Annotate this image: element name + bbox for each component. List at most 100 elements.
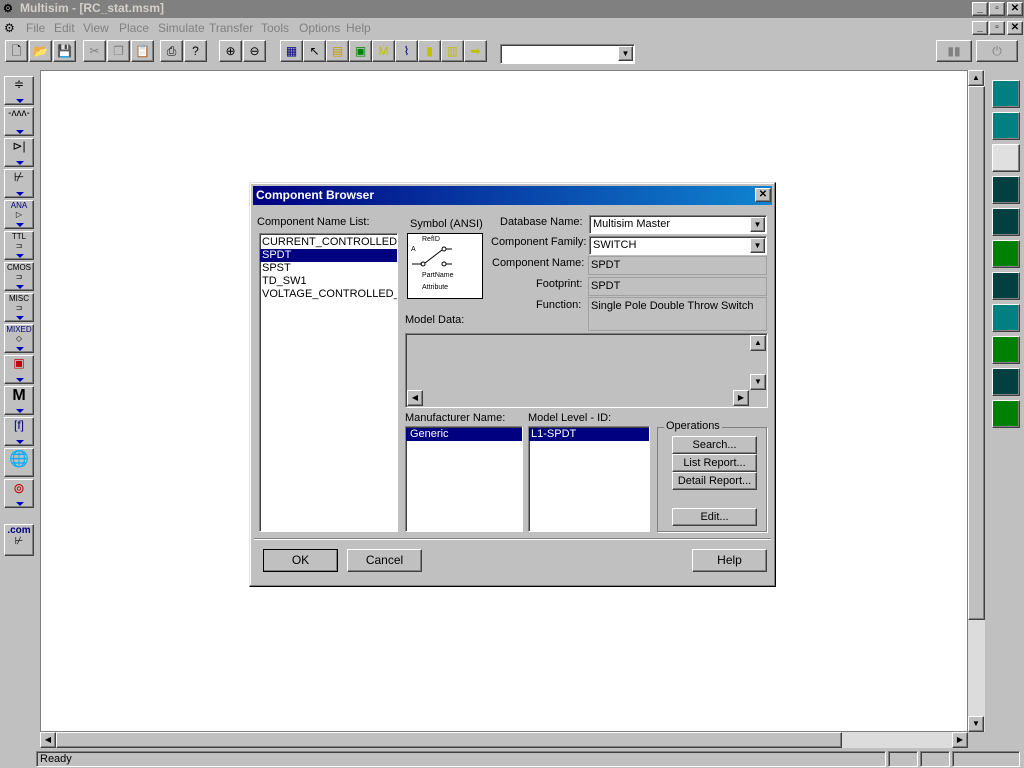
pointer-icon[interactable]: ↖: [303, 40, 326, 62]
mixed-icon[interactable]: MIXED ◇: [4, 324, 34, 353]
menu-edit[interactable]: Edit: [54, 21, 75, 35]
misc-digital-icon[interactable]: MISC ⊐: [4, 293, 34, 322]
basic-icon[interactable]: -ʌʌʌ-: [4, 107, 34, 136]
menu-help[interactable]: Help: [346, 21, 371, 35]
menu-simulate[interactable]: Simulate: [158, 21, 205, 35]
multimeter-icon[interactable]: [992, 80, 1020, 108]
cancel-button[interactable]: Cancel: [347, 549, 422, 572]
analog-icon[interactable]: ANA ▷: [4, 200, 34, 229]
menu-options[interactable]: Options: [299, 21, 340, 35]
menu-view[interactable]: View: [83, 21, 109, 35]
minimize-button[interactable]: _: [972, 2, 988, 16]
scroll-left-icon[interactable]: ◀: [40, 732, 56, 748]
analysis-icon[interactable]: Ṁ: [372, 40, 395, 62]
vertical-scrollbar[interactable]: ▲ ▼: [968, 70, 985, 732]
new-icon[interactable]: 🗋: [5, 40, 28, 62]
database-name-select[interactable]: Multisim Master ▼: [589, 215, 767, 234]
list-item[interactable]: TD_SW1: [260, 275, 397, 288]
scroll-up-icon[interactable]: ▲: [750, 335, 766, 351]
controls-icon[interactable]: [f]: [4, 417, 34, 446]
menu-transfer[interactable]: Transfer: [209, 21, 253, 35]
menu-tools[interactable]: Tools: [261, 21, 289, 35]
bode-plotter-icon[interactable]: [992, 208, 1020, 236]
maximize-button[interactable]: ▫: [989, 2, 1005, 16]
list-item[interactable]: L1-SPDT: [529, 428, 649, 441]
component-family-select[interactable]: SWITCH ▼: [589, 236, 767, 255]
chevron-down-icon[interactable]: ▼: [618, 46, 633, 61]
postprocessor-icon[interactable]: ▣: [349, 40, 372, 62]
scroll-up-icon[interactable]: ▲: [968, 70, 984, 86]
model-data-area[interactable]: ▲ ▼ ◀ ▶: [405, 333, 768, 408]
zoom-out-icon[interactable]: ⊖: [243, 40, 266, 62]
cmos-icon[interactable]: CMOS ⊐: [4, 262, 34, 291]
list-icon[interactable]: ▥: [441, 40, 464, 62]
save-icon[interactable]: 💾: [53, 40, 76, 62]
list-item[interactable]: SPST: [260, 262, 397, 275]
scroll-down-icon[interactable]: ▼: [750, 374, 766, 390]
subcircuit-icon[interactable]: ▮: [418, 40, 441, 62]
scroll-right-icon[interactable]: ▶: [952, 732, 968, 748]
cut-icon[interactable]: ✂: [83, 40, 106, 62]
arrow-icon[interactable]: ➡: [464, 40, 487, 62]
scroll-right-icon[interactable]: ▶: [733, 390, 749, 406]
ok-button[interactable]: OK: [263, 549, 338, 572]
print-icon[interactable]: ⎙: [160, 40, 183, 62]
chevron-down-icon[interactable]: ▼: [750, 238, 765, 253]
wire-icon[interactable]: ⌇: [395, 40, 418, 62]
help-button[interactable]: Help: [692, 549, 767, 572]
logic-converter-icon[interactable]: [992, 304, 1020, 332]
list-item[interactable]: VOLTAGE_CONTROLLED_: [260, 288, 397, 301]
model-level-list[interactable]: L1-SPDT: [528, 426, 650, 532]
oscilloscope-icon[interactable]: [992, 176, 1020, 204]
word-generator-icon[interactable]: [992, 240, 1020, 268]
open-icon[interactable]: 📂: [29, 40, 52, 62]
paste-icon[interactable]: 📋: [131, 40, 154, 62]
ttl-icon[interactable]: TTL ⊐: [4, 231, 34, 260]
rf-icon[interactable]: 🌐: [4, 448, 34, 477]
grapher-icon[interactable]: ▤: [326, 40, 349, 62]
search-button[interactable]: Search...: [672, 436, 757, 454]
vertical-scroll-thumb[interactable]: [968, 86, 985, 620]
list-item[interactable]: CURRENT_CONTROLLED: [260, 236, 397, 249]
chevron-down-icon[interactable]: ▼: [750, 217, 765, 232]
menu-file[interactable]: File: [26, 21, 45, 35]
zoom-in-icon[interactable]: ⊕: [219, 40, 242, 62]
list-report-button[interactable]: List Report...: [672, 454, 757, 472]
electromechanical-icon[interactable]: ⊚: [4, 479, 34, 508]
manufacturer-list[interactable]: Generic: [405, 426, 523, 532]
toolbar-combo[interactable]: ▼: [500, 44, 635, 64]
spectrum-analyzer-icon[interactable]: [992, 368, 1020, 396]
misc-icon[interactable]: M: [4, 386, 34, 415]
web-component-icon[interactable]: .com ⊬: [4, 524, 34, 556]
wattmeter-icon[interactable]: [992, 144, 1020, 172]
logic-analyzer-icon[interactable]: [992, 272, 1020, 300]
transistors-icon[interactable]: ⊬: [4, 169, 34, 198]
horizontal-scroll-thumb[interactable]: [56, 732, 842, 748]
detail-report-button[interactable]: Detail Report...: [672, 472, 757, 490]
component-name-list[interactable]: CURRENT_CONTROLLED SPDT SPST TD_SW1 VOLT…: [259, 233, 398, 532]
horizontal-scrollbar[interactable]: ◀ ▶: [40, 732, 968, 748]
function-generator-icon[interactable]: [992, 112, 1020, 140]
pause-icon[interactable]: ▮▮: [936, 40, 972, 62]
edit-button[interactable]: Edit...: [672, 508, 757, 526]
indicators-icon[interactable]: ▣: [4, 355, 34, 384]
menu-place[interactable]: Place: [119, 21, 149, 35]
scroll-down-icon[interactable]: ▼: [968, 716, 984, 732]
network-analyzer-icon[interactable]: [992, 400, 1020, 428]
copy-icon[interactable]: ❐: [107, 40, 130, 62]
cmos-label: CMOS: [7, 263, 31, 272]
close-button[interactable]: ✕: [1007, 2, 1023, 16]
list-item[interactable]: Generic: [406, 428, 522, 441]
diodes-icon[interactable]: ⊳|: [4, 138, 34, 167]
help-icon[interactable]: ?: [184, 40, 207, 62]
doc-close-button[interactable]: ✕: [1007, 21, 1023, 35]
run-switch-icon[interactable]: ⏻: [976, 40, 1018, 62]
sources-icon[interactable]: ≑: [4, 76, 34, 105]
list-item[interactable]: SPDT: [260, 249, 397, 262]
dialog-close-button[interactable]: ✕: [755, 188, 771, 202]
distortion-analyzer-icon[interactable]: [992, 336, 1020, 364]
doc-restore-button[interactable]: ▫: [989, 21, 1005, 35]
scroll-left-icon[interactable]: ◀: [407, 390, 423, 406]
doc-minimize-button[interactable]: _: [972, 21, 988, 35]
component-icon[interactable]: ▦: [280, 40, 303, 62]
